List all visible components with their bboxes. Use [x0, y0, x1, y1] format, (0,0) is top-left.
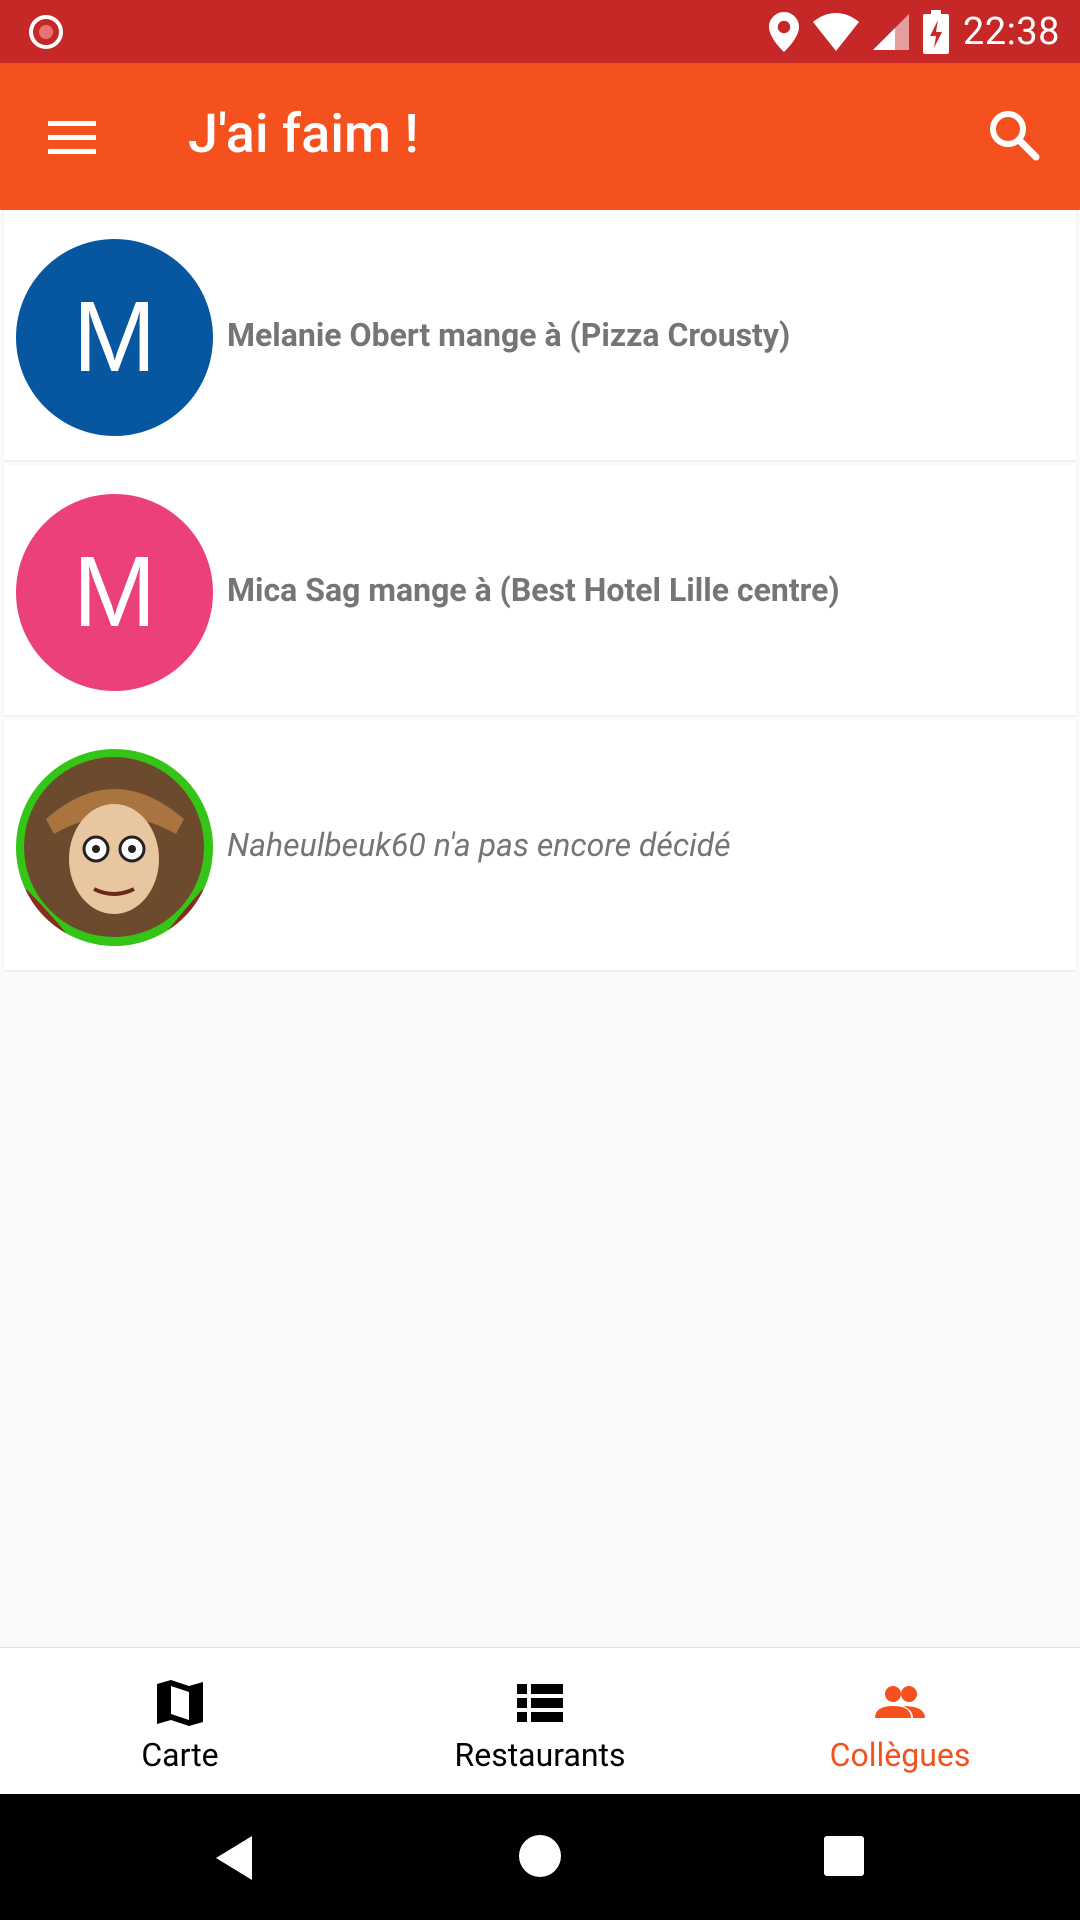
wifi-icon [812, 12, 859, 51]
bottom-navigation: Carte Restaurants Collègues [0, 1647, 1080, 1794]
recents-icon[interactable] [824, 1836, 864, 1876]
status-bar: 22:38 [0, 0, 1080, 63]
list-item[interactable]: M Mica Sag mange à (Best Hotel Lille cen… [4, 465, 1076, 715]
colleague-status: Naheulbeuk60 n'a pas encore décidé [227, 826, 731, 864]
colleague-status: Melanie Obert mange à (Pizza Crousty) [227, 316, 791, 354]
location-icon [768, 11, 799, 52]
home-icon[interactable] [518, 1834, 562, 1878]
record-icon [29, 15, 63, 49]
avatar: M [16, 239, 213, 436]
battery-charging-icon [922, 9, 949, 54]
avatar-initial: M [72, 536, 157, 648]
app-bar: J'ai faim ! [0, 63, 1080, 210]
avatar: M [16, 494, 213, 691]
nav-item-collegues[interactable]: Collègues [720, 1648, 1080, 1794]
map-icon [157, 1680, 203, 1726]
nav-item-restaurants[interactable]: Restaurants [360, 1648, 720, 1794]
people-icon [875, 1686, 925, 1718]
app-title: J'ai faim ! [188, 103, 419, 166]
nav-label: Collègues [829, 1736, 971, 1774]
colleague-status: Mica Sag mange à (Best Hotel Lille centr… [227, 571, 840, 609]
system-navigation-bar [0, 1794, 1080, 1920]
status-time: 22:38 [962, 9, 1060, 54]
signal-icon [872, 13, 909, 50]
list-icon [517, 1684, 563, 1722]
nav-label: Restaurants [454, 1736, 626, 1774]
avatar-picture [16, 749, 213, 946]
menu-icon[interactable] [44, 115, 100, 159]
search-icon[interactable] [984, 105, 1044, 165]
list-item[interactable]: M Melanie Obert mange à (Pizza Crousty) [4, 210, 1076, 460]
avatar-initial: M [72, 281, 157, 393]
nav-label: Carte [141, 1736, 219, 1774]
list-item[interactable]: Naheulbeuk60 n'a pas encore décidé [4, 720, 1076, 970]
cartoon-character-avatar-icon [16, 757, 213, 946]
back-icon[interactable] [212, 1834, 256, 1882]
nav-item-carte[interactable]: Carte [0, 1648, 360, 1794]
